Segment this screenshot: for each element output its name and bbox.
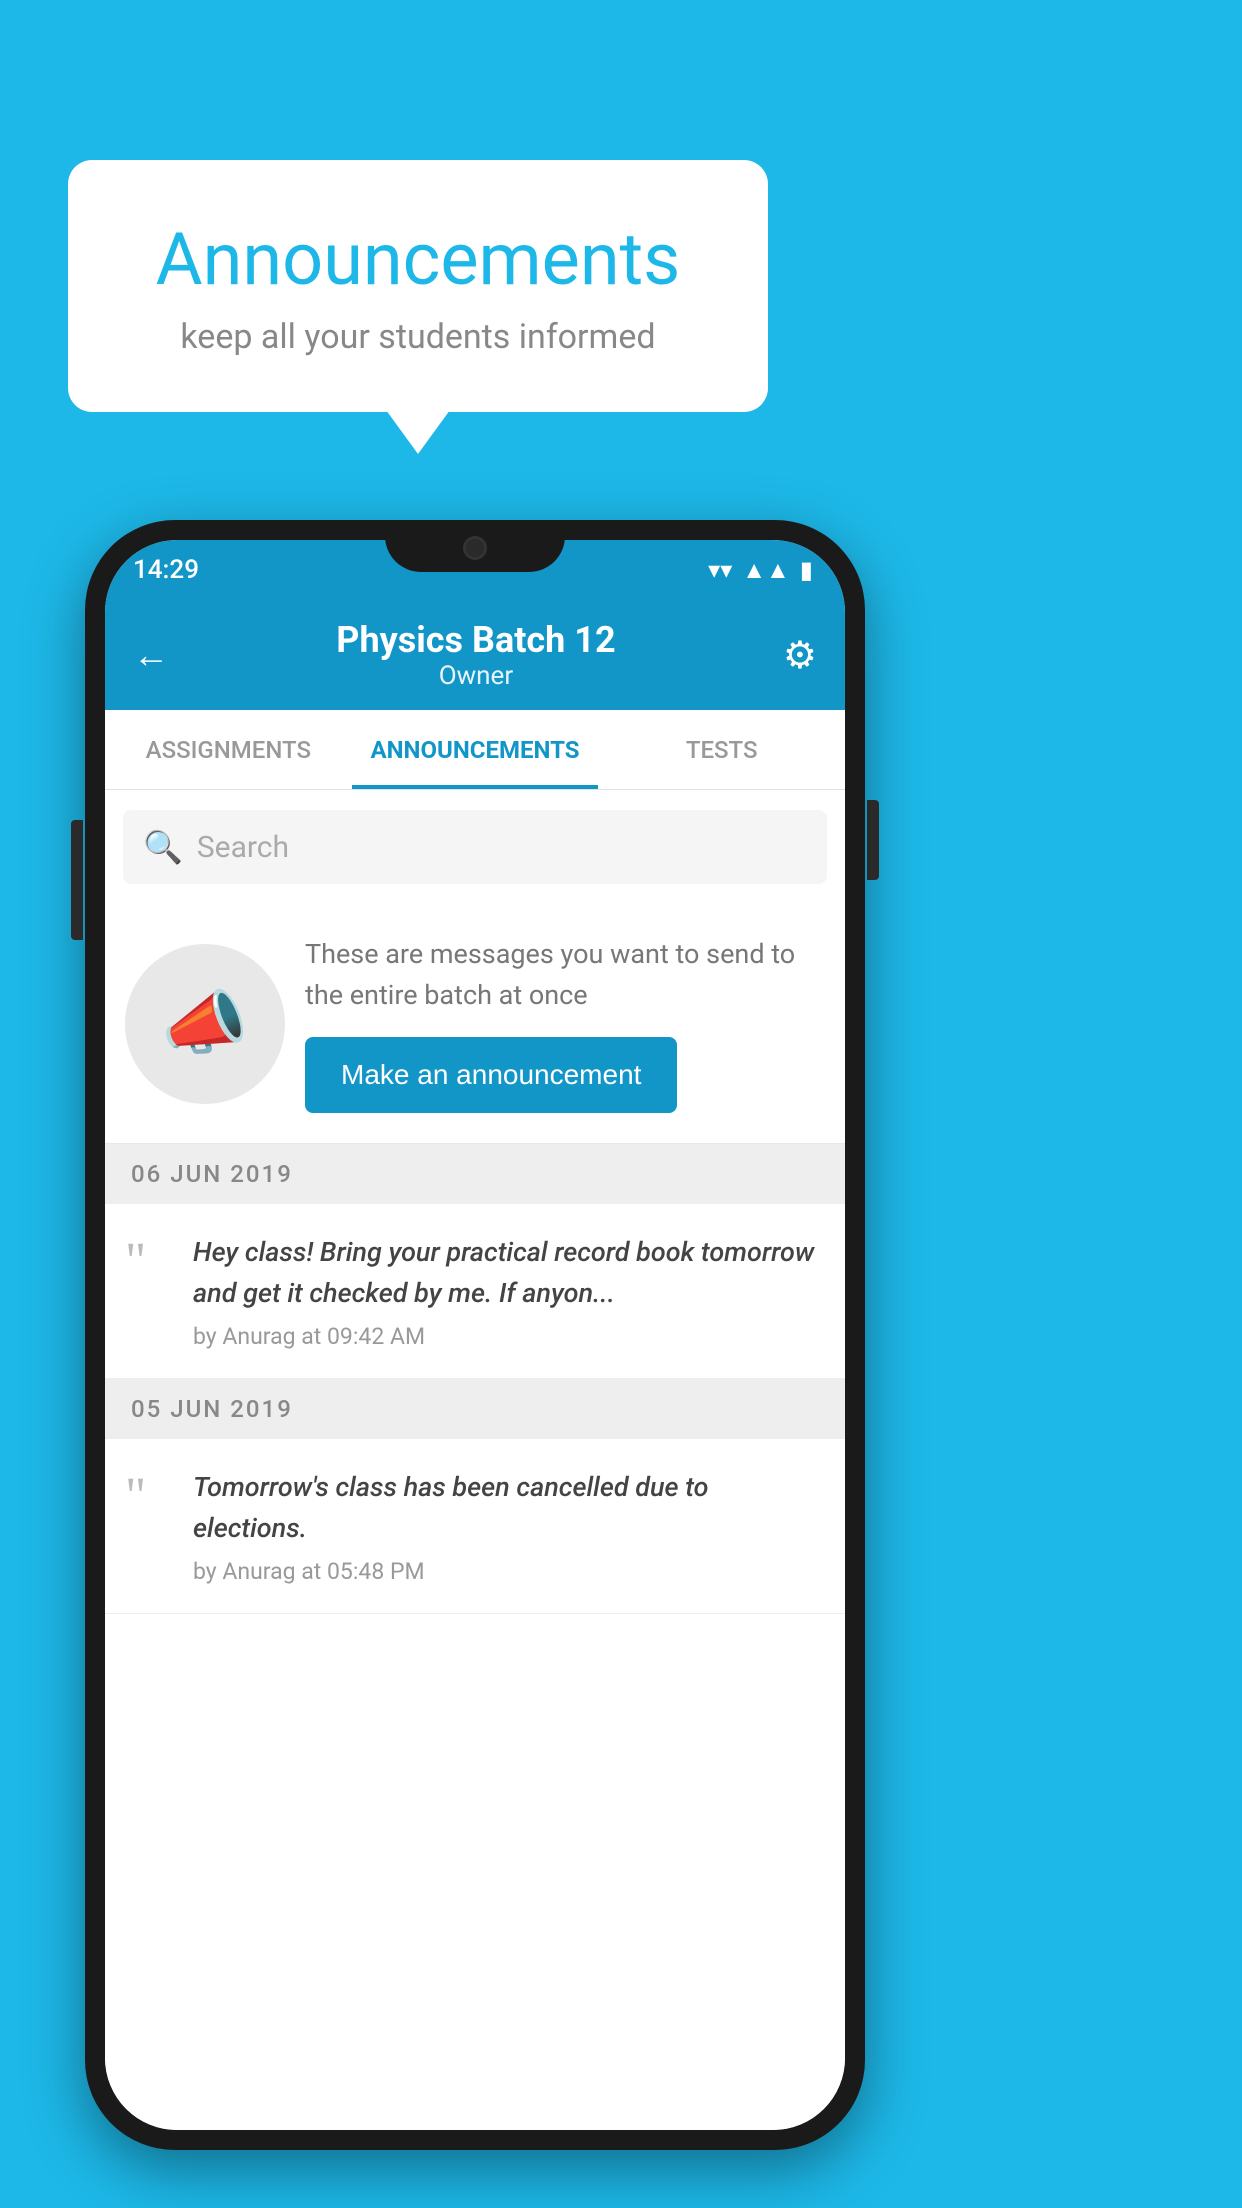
status-time: 14:29 — [133, 555, 199, 585]
announcement-content-2: Tomorrow's class has been cancelled due … — [193, 1467, 825, 1585]
header-title: Physics Batch 12 — [336, 619, 615, 661]
status-icons: ▾▾ ▲▲ ▮ — [708, 556, 813, 585]
promo-right: These are messages you want to send to t… — [305, 934, 825, 1113]
quote-icon-1: " — [125, 1236, 175, 1288]
settings-icon[interactable]: ⚙ — [783, 633, 817, 678]
announcement-content-1: Hey class! Bring your practical record b… — [193, 1232, 825, 1350]
header-subtitle: Owner — [336, 661, 615, 691]
promo-icon-circle: 📣 — [125, 944, 285, 1104]
promo-section: 📣 These are messages you want to send to… — [105, 904, 845, 1144]
bubble-subtitle: keep all your students informed — [118, 317, 718, 357]
battery-icon: ▮ — [800, 556, 813, 584]
search-icon: 🔍 — [143, 828, 183, 866]
phone-screen: 14:29 ▾▾ ▲▲ ▮ ← Physics Batch 12 Owner ⚙ — [105, 540, 845, 2130]
app-header: ← Physics Batch 12 Owner ⚙ — [105, 600, 845, 710]
quote-icon-2: " — [125, 1471, 175, 1523]
announcement-item-1[interactable]: " Hey class! Bring your practical record… — [105, 1204, 845, 1379]
phone-camera — [463, 536, 487, 560]
wifi-icon: ▾▾ — [708, 556, 732, 584]
announcement-meta-2: by Anurag at 05:48 PM — [193, 1558, 825, 1585]
bubble-title: Announcements — [118, 220, 718, 299]
tab-tests[interactable]: TESTS — [598, 710, 845, 789]
content-area: 🔍 Search 📣 These are messages you want t… — [105, 790, 845, 2130]
announcement-meta-1: by Anurag at 09:42 AM — [193, 1323, 825, 1350]
megaphone-icon: 📣 — [161, 983, 248, 1065]
announcement-message-1: Hey class! Bring your practical record b… — [193, 1232, 825, 1313]
announcement-message-2: Tomorrow's class has been cancelled due … — [193, 1467, 825, 1548]
phone-notch — [385, 520, 565, 572]
speech-bubble: Announcements keep all your students inf… — [68, 160, 768, 412]
search-placeholder: Search — [197, 830, 289, 865]
promo-description: These are messages you want to send to t… — [305, 934, 825, 1015]
search-bar[interactable]: 🔍 Search — [123, 810, 827, 884]
signal-icon: ▲▲ — [742, 556, 790, 585]
phone-mockup: 14:29 ▾▾ ▲▲ ▮ ← Physics Batch 12 Owner ⚙ — [85, 520, 865, 2150]
speech-bubble-container: Announcements keep all your students inf… — [68, 160, 768, 412]
make-announcement-button[interactable]: Make an announcement — [305, 1037, 677, 1113]
date-separator-2: 05 JUN 2019 — [105, 1379, 845, 1439]
back-button[interactable]: ← — [133, 634, 169, 676]
tab-announcements[interactable]: ANNOUNCEMENTS — [352, 710, 599, 789]
date-separator-1: 06 JUN 2019 — [105, 1144, 845, 1204]
phone-outer: 14:29 ▾▾ ▲▲ ▮ ← Physics Batch 12 Owner ⚙ — [85, 520, 865, 2150]
tabs-container: ASSIGNMENTS ANNOUNCEMENTS TESTS — [105, 710, 845, 790]
header-center: Physics Batch 12 Owner — [336, 619, 615, 691]
announcement-item-2[interactable]: " Tomorrow's class has been cancelled du… — [105, 1439, 845, 1614]
tab-assignments[interactable]: ASSIGNMENTS — [105, 710, 352, 789]
